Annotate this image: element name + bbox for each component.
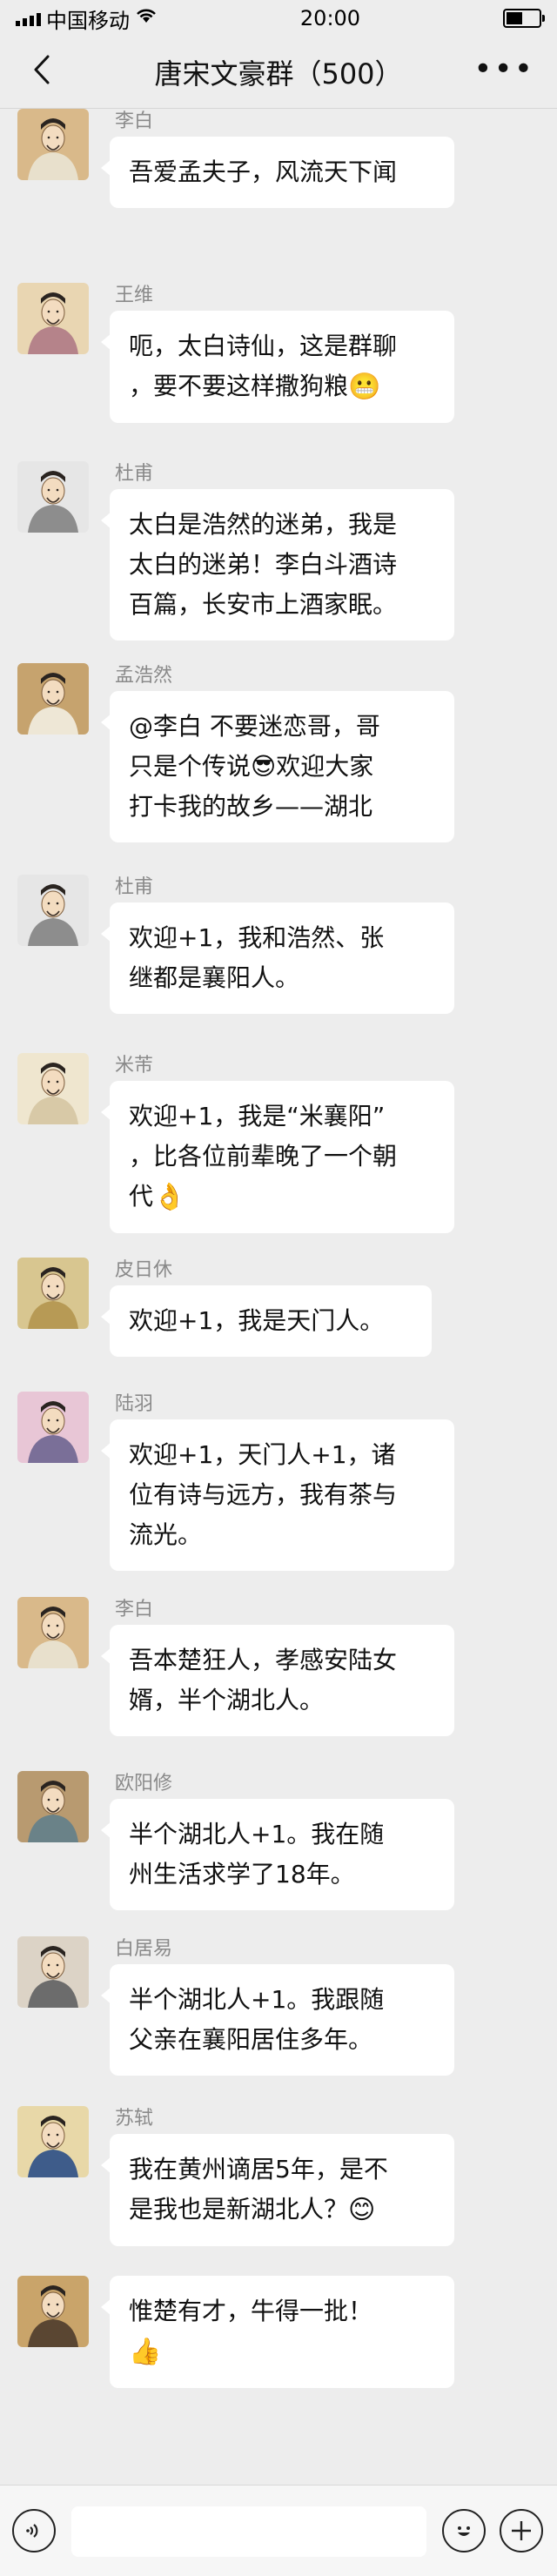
message-line: 👍	[129, 2331, 435, 2372]
sender-name: 陆羽	[115, 1393, 154, 1415]
message-line: 父亲在襄阳居住多年。	[129, 2025, 373, 2054]
clock: 20:00	[299, 6, 361, 30]
sender-name: 杜甫	[115, 876, 154, 898]
wangwei-portrait-icon[interactable]	[17, 283, 89, 354]
message-line: 打卡我的故乡——湖北	[129, 792, 373, 821]
message-line: 欢迎+1，我和浩然、张	[129, 923, 385, 952]
mifu-portrait-icon[interactable]	[17, 1053, 89, 1124]
sender-name: 王维	[115, 285, 154, 306]
pirixiu-portrait-icon[interactable]	[17, 1258, 89, 1329]
message-line: 百篇，长安市上酒家眠。	[129, 590, 398, 619]
chevron-left-icon	[34, 55, 50, 84]
back-button[interactable]	[23, 50, 61, 89]
sushi-portrait-icon[interactable]	[17, 2106, 89, 2177]
message-line: 吾爱孟夫子，风流天下闻	[129, 158, 398, 186]
message-line: ，要不要这样撒狗粮😬	[129, 366, 435, 407]
message-line: 呃，太白诗仙，这是群聊	[129, 332, 398, 360]
message-line: 欢迎+1，我是“米襄阳”	[129, 1102, 386, 1130]
message-line: 半个湖北人+1。我跟随	[129, 1985, 385, 2014]
emoji-icon: 😊	[348, 2195, 376, 2225]
message-line: 流光。	[129, 1520, 203, 1549]
message-line: 半个湖北人+1。我在随	[129, 1820, 385, 1848]
message-input[interactable]	[71, 2506, 426, 2557]
more-options-button[interactable]: •••	[473, 52, 534, 87]
status-left: 中国移动	[16, 3, 158, 34]
wifi-icon	[135, 7, 158, 30]
message-bubble[interactable]: 吾爱孟夫子，风流天下闻	[101, 137, 454, 208]
message-line: 位有诗与远方，我有茶与	[129, 1480, 398, 1509]
plus-button[interactable]	[500, 2509, 543, 2553]
message-line: 代👌	[129, 1177, 435, 1218]
message-bubble[interactable]: 惟楚有才，牛得一批！ 👍	[101, 2276, 454, 2388]
carrier-label: 中国移动	[46, 8, 130, 33]
message-line: 婿，半个湖北人。	[129, 1686, 325, 1714]
emoji-icon: 👍	[129, 2337, 162, 2367]
emoji-button[interactable]	[442, 2509, 486, 2553]
sender-name: 欧阳修	[115, 1773, 173, 1794]
message-line: 惟楚有才，牛得一批！	[129, 2297, 373, 2325]
sender-name: 米芾	[115, 1055, 154, 1077]
input-bar	[0, 2485, 557, 2576]
message-bubble[interactable]: @李白 不要迷恋哥，哥 只是个传说😎欢迎大家 打卡我的故乡——湖北	[101, 691, 454, 842]
voice-icon	[26, 2524, 38, 2538]
message-line: 欢迎+1，我是天门人。	[129, 1306, 385, 1335]
message-bubble[interactable]: 吾本楚狂人，孝感安陆女 婿，半个湖北人。	[101, 1625, 454, 1736]
message-bubble[interactable]: 欢迎+1，我和浩然、张 继都是襄阳人。	[101, 902, 454, 1014]
message-bubble[interactable]: 欢迎+1，我是天门人。	[101, 1285, 432, 1357]
emoji-icon: 👌	[153, 1182, 186, 1212]
plus-icon	[512, 2521, 531, 2540]
message-line: ，比各位前辈晚了一个朝	[129, 1142, 398, 1171]
libai-portrait-icon[interactable]	[17, 109, 89, 180]
sender-name: 苏轼	[115, 2108, 154, 2130]
emoji-icon: 😬	[348, 372, 381, 402]
message-line: 州生活求学了18年。	[129, 1860, 355, 1888]
smiley-icon	[458, 2526, 470, 2536]
message-line: 我在黄州谪居5年，是不	[129, 2155, 388, 2184]
baijuyi-portrait-icon[interactable]	[17, 1936, 89, 2008]
message-bubble[interactable]: 欢迎+1，天门人+1，诸 位有诗与远方，我有茶与 流光。	[101, 1419, 454, 1571]
dufu-portrait-icon[interactable]	[17, 875, 89, 946]
message-line: 欢迎+1，天门人+1，诸	[129, 1440, 396, 1469]
ouyangxiu-portrait-icon[interactable]	[17, 1771, 89, 1842]
message-line: 吾本楚狂人，孝感安陆女	[129, 1646, 398, 1674]
message-line: 只是个传说😎欢迎大家	[129, 752, 374, 781]
sender-name: 杜甫	[115, 463, 154, 485]
voice-button[interactable]	[12, 2509, 56, 2553]
message-line: 太白是浩然的迷弟，我是	[129, 510, 398, 539]
chat-header: 唐宋文豪群（500） •••	[0, 37, 557, 109]
signal-icon	[16, 10, 41, 26]
portrait-icon[interactable]	[17, 2276, 89, 2347]
message-bubble[interactable]: 半个湖北人+1。我在随 州生活求学了18年。	[101, 1799, 454, 1910]
message-bubble[interactable]: 欢迎+1，我是“米襄阳” ，比各位前辈晚了一个朝代👌	[101, 1081, 454, 1233]
sender-name: 李白	[115, 1599, 154, 1620]
message-line: 是我也是新湖北人？😊	[129, 2190, 435, 2231]
message-line: 太白的迷弟！李白斗酒诗	[129, 550, 398, 579]
message-line: 继都是襄阳人。	[129, 963, 300, 992]
message-line: @李白 不要迷恋哥，哥	[129, 712, 380, 741]
chat-title: 唐宋文豪群（500）	[154, 57, 403, 91]
status-bar: 中国移动 20:00	[0, 0, 557, 37]
message-bubble[interactable]: 我在黄州谪居5年，是不是我也是新湖北人？😊	[101, 2134, 454, 2246]
sender-name: 李白	[115, 111, 154, 132]
message-bubble[interactable]: 半个湖北人+1。我跟随 父亲在襄阳居住多年。	[101, 1964, 454, 2076]
sender-name: 孟浩然	[115, 665, 173, 687]
luyu-portrait-icon[interactable]	[17, 1392, 89, 1463]
message-bubble[interactable]: 太白是浩然的迷弟，我是 太白的迷弟！李白斗酒诗 百篇，长安市上酒家眠。	[101, 489, 454, 641]
sender-name: 皮日休	[115, 1259, 173, 1281]
libai-portrait-icon[interactable]	[17, 1597, 89, 1668]
sender-name: 白居易	[115, 1938, 173, 1960]
battery-icon	[502, 9, 545, 28]
dufu-portrait-icon[interactable]	[17, 461, 89, 533]
menghaoran-portrait-icon[interactable]	[17, 663, 89, 735]
message-bubble[interactable]: 呃，太白诗仙，这是群聊 ，要不要这样撒狗粮😬	[101, 311, 454, 423]
